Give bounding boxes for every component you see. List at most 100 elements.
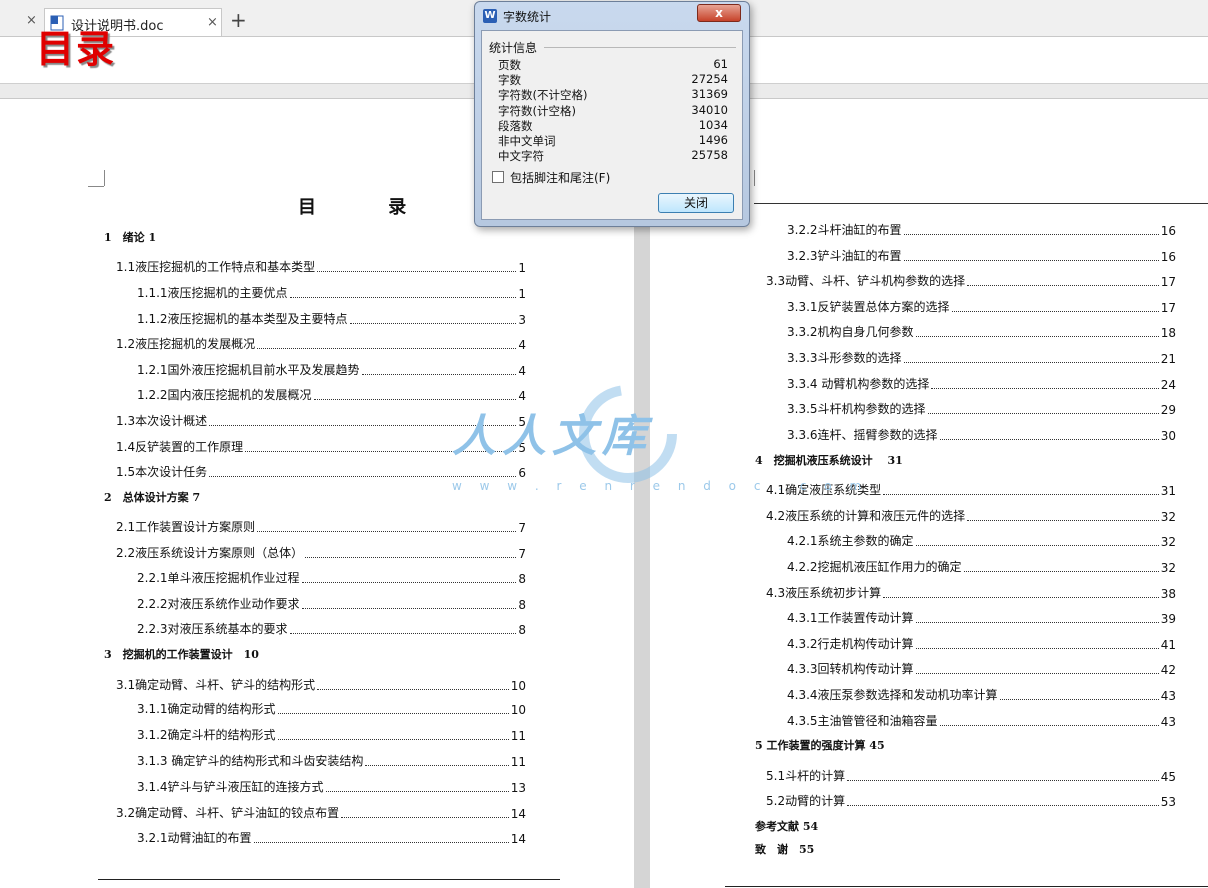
toc-entry[interactable]: 4.2液压系统的计算和液压元件的选择 32 — [766, 508, 1176, 524]
toc-page-number: 3 — [518, 313, 526, 327]
toc-entry[interactable]: 3.3.6连杆、摇臂参数的选择 30 — [787, 427, 1176, 443]
toc-entry-title: 4.3液压系统初步计算 — [766, 586, 882, 600]
toc-entry[interactable]: 3.1.1确定动臂的结构形式 10 — [137, 701, 526, 717]
toc-leader-dots — [289, 632, 517, 634]
toc-leader-dots — [903, 361, 1159, 363]
toc-entry-title: 3.1.2确定斗杆的结构形式 — [137, 728, 276, 742]
toc-entry-title: 3.2.2斗杆油缸的布置 — [787, 223, 902, 237]
toc-entry-title: 5.1斗杆的计算 — [766, 769, 846, 783]
toc-entry[interactable]: 3.3.3斗形参数的选择 21 — [787, 350, 1176, 366]
toc-entry-title: 2.2.2对液压系统作业动作要求 — [137, 597, 300, 611]
toc-page-number: 11 — [510, 755, 526, 769]
toc-leader-dots — [903, 259, 1159, 261]
toc-page-number: 11 — [510, 729, 526, 743]
toc-entry-title: 4.3.5主油管管径和油箱容量 — [787, 714, 938, 728]
tab-close-icon[interactable]: × — [207, 15, 218, 30]
toc-page-number: 43 — [1160, 715, 1176, 729]
toc-entry-title: 2.2.1单斗液压挖掘机作业过程 — [137, 571, 300, 585]
stat-label: 段落数 — [498, 118, 533, 133]
toc-entry-title: 3.3.2机构自身几何参数 — [787, 325, 914, 339]
toc-chapter-heading: 1 绪论 1 — [104, 231, 157, 244]
toc-leader-dots — [963, 570, 1159, 572]
include-footnotes-checkbox[interactable] — [492, 171, 504, 183]
toc-entry[interactable]: 4.3.2行走机构传动计算 41 — [787, 636, 1176, 652]
toc-page-number: 32 — [1160, 510, 1176, 524]
toc-page-number: 21 — [1160, 352, 1176, 366]
toc-entry[interactable]: 3.3.2机构自身几何参数 18 — [787, 324, 1176, 340]
toc-entry[interactable]: 3.1确定动臂、斗杆、铲斗的结构形式 10 — [116, 677, 526, 693]
toc-leader-dots — [967, 519, 1159, 521]
toc-entry-title: 3.2.3铲斗油缸的布置 — [787, 249, 902, 263]
toc-entry[interactable]: 3.3.5斗杆机构参数的选择 29 — [787, 401, 1176, 417]
toc-entry[interactable]: 3.2.1动臂油缸的布置 14 — [137, 830, 526, 846]
toc-entry-title: 4.2.1系统主参数的确定 — [787, 534, 914, 548]
toc-entry-title: 3.1确定动臂、斗杆、铲斗的结构形式 — [116, 678, 316, 692]
toc-leader-dots — [349, 322, 517, 324]
toc-leader-dots — [847, 804, 1159, 806]
toc-leader-dots — [341, 816, 509, 818]
toc-entry[interactable]: 1.2液压挖掘机的发展概况 4 — [116, 336, 526, 352]
toc-entry[interactable]: 2.2.3对液压系统基本的要求 8 — [137, 621, 526, 637]
toc-entry[interactable]: 4.3液压系统初步计算 38 — [766, 585, 1176, 601]
toc-entry-title: 1.4反铲装置的工作原理 — [116, 440, 244, 454]
toc-entry[interactable]: 1.1.1液压挖掘机的主要优点 1 — [137, 285, 526, 301]
toc-entry-title: 1.2液压挖掘机的发展概况 — [116, 337, 256, 351]
toc-entry[interactable]: 3.3.1反铲装置总体方案的选择 17 — [787, 299, 1176, 315]
toc-entry-title: 3.2确定动臂、斗杆、铲斗油缸的铰点布置 — [116, 806, 340, 820]
close-button[interactable]: 关闭 — [658, 193, 734, 213]
toc-page-number: 43 — [1160, 689, 1176, 703]
toc-leader-dots — [903, 233, 1159, 235]
toc-entry-title: 3.1.1确定动臂的结构形式 — [137, 702, 276, 716]
toc-leader-dots — [939, 438, 1159, 440]
toc-leader-dots — [301, 607, 517, 609]
stat-row: 字符数(计空格) 34010 — [498, 103, 728, 118]
toc-entry[interactable]: 3.2.2斗杆油缸的布置 16 — [787, 222, 1176, 238]
toc-leader-dots — [915, 544, 1159, 546]
toc-leader-dots — [305, 556, 517, 558]
toc-entry-title: 3.3.3斗形参数的选择 — [787, 351, 902, 365]
toc-page-number: 18 — [1160, 326, 1176, 340]
toc-entry[interactable]: 2.1工作装置设计方案原则 7 — [116, 519, 526, 535]
toc-entry[interactable]: 2.2.2对液压系统作业动作要求 8 — [137, 596, 526, 612]
toc-entry[interactable]: 4.2.2挖掘机液压缸作用力的确定 32 — [787, 559, 1176, 575]
stat-row: 字数 27254 — [498, 72, 728, 87]
dialog-close-button[interactable]: x — [697, 4, 741, 22]
stat-row: 字符数(不计空格) 31369 — [498, 87, 728, 102]
toc-chapter-heading: 2 总体设计方案 7 — [104, 491, 201, 504]
toc-page-number: 32 — [1160, 561, 1176, 575]
toc-entry[interactable]: 3.1.3 确定铲斗的结构形式和斗齿安装结构 11 — [137, 753, 526, 769]
toc-entry[interactable]: 2.2液压系统设计方案原则（总体） 7 — [116, 545, 526, 561]
toc-entry[interactable]: 4.3.1工作装置传动计算 39 — [787, 610, 1176, 626]
toc-page-number: 17 — [1160, 275, 1176, 289]
toc-entry[interactable]: 3.1.4铲斗与铲斗液压缸的连接方式 13 — [137, 779, 526, 795]
toc-entry[interactable]: 4.3.4液压泵参数选择和发动机功率计算 43 — [787, 687, 1176, 703]
toc-entry-title: 3.3.4 动臂机构参数的选择 — [787, 377, 930, 391]
new-tab-button[interactable]: + — [230, 8, 247, 32]
toc-entry-title: 3.1.4铲斗与铲斗液压缸的连接方式 — [137, 780, 324, 794]
toc-entry[interactable]: 3.3动臂、斗杆、铲斗机构参数的选择 17 — [766, 273, 1176, 289]
stat-value: 1034 — [698, 117, 728, 132]
toc-entry[interactable]: 1.1.2液压挖掘机的基本类型及主要特点 3 — [137, 311, 526, 327]
toc-entry[interactable]: 4.2.1系统主参数的确定 32 — [787, 533, 1176, 549]
toc-entry[interactable]: 3.2确定动臂、斗杆、铲斗油缸的铰点布置 14 — [116, 805, 526, 821]
toc-page-number: 32 — [1160, 535, 1176, 549]
toc-leader-dots — [967, 284, 1159, 286]
toc-chapter-heading: 4 挖掘机液压系统设计 31 — [755, 454, 903, 467]
toc-entry[interactable]: 2.2.1单斗液压挖掘机作业过程 8 — [137, 570, 526, 586]
toc-entry[interactable]: 4.3.3回转机构传动计算 42 — [787, 661, 1176, 677]
toc-entry[interactable]: 3.2.3铲斗油缸的布置 16 — [787, 248, 1176, 264]
toc-entry[interactable]: 1.1液压挖掘机的工作特点和基本类型 1 — [116, 259, 526, 275]
toc-page-number: 17 — [1160, 301, 1176, 315]
word-count-dialog: W 字数统计 x 统计信息 页数 61 字数 27254 字符数(不计空格) 31369 字… — [474, 1, 750, 227]
margin-mark — [104, 170, 105, 186]
toc-entry[interactable]: 3.1.2确定斗杆的结构形式 11 — [137, 727, 526, 743]
toc-entry-title: 2.1工作装置设计方案原则 — [116, 520, 256, 534]
toc-entry[interactable]: 4.3.5主油管管径和油箱容量 43 — [787, 713, 1176, 729]
stat-label: 字数 — [498, 73, 521, 88]
toc-entry[interactable]: 5.1斗杆的计算 45 — [766, 768, 1176, 784]
stat-label: 字符数(计空格) — [498, 103, 576, 118]
toc-entry[interactable]: 3.3.4 动臂机构参数的选择 24 — [787, 376, 1176, 392]
toc-page-number: 16 — [1160, 250, 1176, 264]
toc-entry[interactable]: 5.2动臂的计算 53 — [766, 793, 1176, 809]
include-footnotes-label[interactable]: 包括脚注和尾注(F) — [510, 169, 610, 186]
